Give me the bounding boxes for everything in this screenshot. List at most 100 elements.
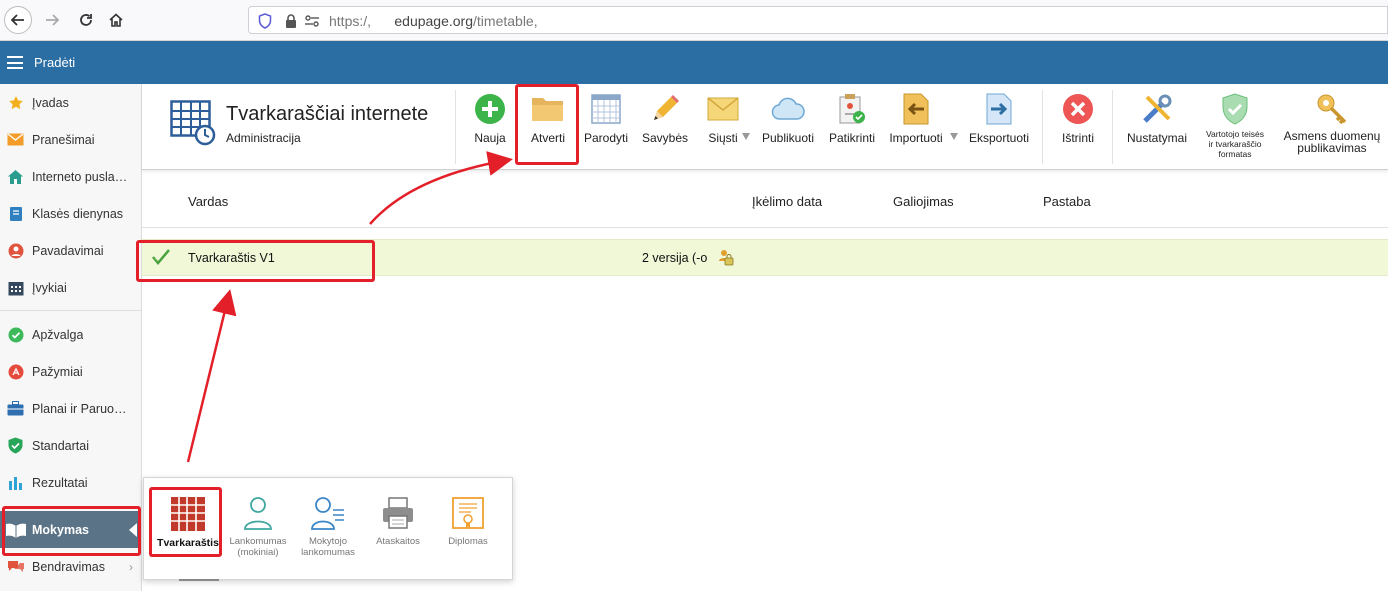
column-header-note[interactable]: Pastaba [1043,194,1091,209]
user-rights-button[interactable]: Vartotojo teisės ir tvarkaraščio formatas [1200,92,1270,164]
star-icon [7,94,24,111]
highlight-timetable-submenu [149,487,222,557]
show-button[interactable]: Parodyti [583,92,629,164]
diploma-icon [452,497,484,529]
export-button-label: Eksportuoti [968,131,1030,145]
sidebar-item-pazymiai[interactable]: Pažymiai [0,353,141,390]
properties-button-label: Savybės [641,131,689,145]
chat-icon [7,558,24,575]
page-title: Tvarkaraščiai internete [226,103,429,125]
page-subtitle: Administracija [226,131,301,145]
sidebar-item-apzvalga[interactable]: Apžvalga [0,316,141,353]
sidebar-item-label: Bendravimas [32,559,105,574]
bar-chart-icon [7,474,24,491]
address-bar[interactable]: https:/, edupage.org/timetable, [248,6,1388,34]
toolbar-divider [455,90,456,164]
settings-button[interactable]: Nustatymai [1124,92,1190,164]
sidebar-item-klases-dienynas[interactable]: Klasės dienynas [0,195,141,232]
personal-data-button[interactable]: Asmens duomenų publikavimas [1278,92,1386,164]
highlight-mokymas [2,506,141,556]
column-header-upload-date[interactable]: Įkėlimo data [752,194,822,209]
menu-icon[interactable] [7,56,23,69]
publish-button[interactable]: Publikuoti [758,92,818,164]
column-header-name[interactable]: Vardas [188,194,228,209]
sidebar-item-standartai[interactable]: Standartai [0,427,141,464]
sidebar-item-label: Standartai [32,438,89,453]
delete-button[interactable]: Ištrinti [1058,92,1098,164]
new-button-label: Nauja [474,131,506,145]
new-button[interactable]: Nauja [472,92,508,164]
column-header-validity[interactable]: Galiojimas [893,194,954,209]
sidebar-item-label: Pavadavimai [32,243,104,258]
sidebar-item-label: Apžvalga [32,327,84,342]
sidebar-item-label: Įvadas [32,95,69,110]
book-icon [7,205,24,222]
submenu-label-line1: Lankomumas [229,536,287,547]
personal-data-label-line2: publikavimas [1297,141,1367,155]
sidebar-item-label: Planai ir Paruošimas [32,401,130,416]
sidebar-item-interneto-puslapis[interactable]: Interneto puslapis [0,158,141,195]
submenu-item-teacher-attendance[interactable]: Mokytojo lankomumas [294,496,362,558]
person-icon [7,242,24,259]
submenu-label-line2: lankomumas [301,547,355,558]
sidebar-item-label: Pažymiai [32,364,83,379]
cloud-icon [771,97,805,120]
export-button[interactable]: Eksportuoti [968,92,1030,164]
briefcase-icon [7,400,24,417]
selected-underline [179,579,219,581]
envelope-icon [7,131,24,148]
submenu-item-attendance-students[interactable]: Lankomumas (mokiniai) [224,496,292,558]
properties-button[interactable]: Savybės [641,92,689,164]
personal-data-label: Asmens duomenų publikavimas [1284,130,1381,154]
arrow-left-icon [10,14,24,26]
home-button[interactable] [102,6,130,34]
chevron-right-icon: › [129,559,133,574]
sidebar-item-pranesimai[interactable]: Pranešimai [0,121,141,158]
sidebar-item-label: Įvykiai [32,280,67,295]
user-rights-label-line3: formatas [1218,149,1252,159]
url-prefix: https:/, [329,13,372,29]
shield-icon [258,13,272,29]
grid-table-icon [591,94,621,124]
sidebar-item-planai[interactable]: Planai ir Paruošimas [0,390,141,427]
submenu-item-diplomas[interactable]: Diplomas [434,496,502,547]
submenu-label: Lankomumas (mokiniai) [229,536,286,558]
delete-button-label: Ištrinti [1061,131,1094,145]
plus-circle-icon [475,94,505,124]
sidebar-item-label: Interneto puslapis [32,169,130,184]
lock-icon [286,14,296,28]
pencil-icon [654,95,679,120]
sidebar-item-ivykiai[interactable]: Įvykiai [0,269,141,306]
forward-button[interactable] [38,6,66,34]
timetable-header: Tvarkaraščiai internete Administracija N… [142,84,1388,170]
student-icon [244,497,272,530]
check-button[interactable]: Patikrinti [826,92,878,164]
home-icon [109,13,123,27]
key-icon [1317,94,1347,125]
url-text: https:/, edupage.org/timetable, [329,13,538,29]
submenu-label-line1: Mokytojo [308,536,347,547]
reload-button[interactable] [72,6,100,34]
sidebar-item-ivadas[interactable]: Įvadas [0,84,141,121]
import-icon [903,93,929,125]
toolbar-divider [1042,90,1043,164]
send-button[interactable]: Siųsti [702,92,744,164]
topbar-title[interactable]: Pradėti [34,55,75,70]
arrow-to-row [186,289,237,463]
send-dropdown-arrow[interactable] [742,133,750,140]
submenu-label: Mokytojo lankomumas [301,536,355,558]
show-button-label: Parodyti [583,131,629,145]
sidebar-item-pavadavimai[interactable]: Pavadavimai [0,232,141,269]
import-button-label: Importuoti [889,131,943,145]
sidebar-item-label: Pranešimai [32,132,95,147]
reload-icon [80,14,92,26]
back-button[interactable] [4,6,32,34]
submenu-item-reports[interactable]: Ataskaitos [364,496,432,547]
sidebar-item-label: Rezultatai [32,475,88,490]
import-button[interactable]: Importuoti [888,92,944,164]
user-rights-label: Vartotojo teisės ir tvarkaraščio formatas [1206,129,1264,159]
sidebar-item-rezultatai[interactable]: Rezultatai [0,464,141,501]
import-dropdown-arrow[interactable] [950,133,958,140]
envelope-icon [707,97,739,121]
printer-icon [383,497,413,529]
